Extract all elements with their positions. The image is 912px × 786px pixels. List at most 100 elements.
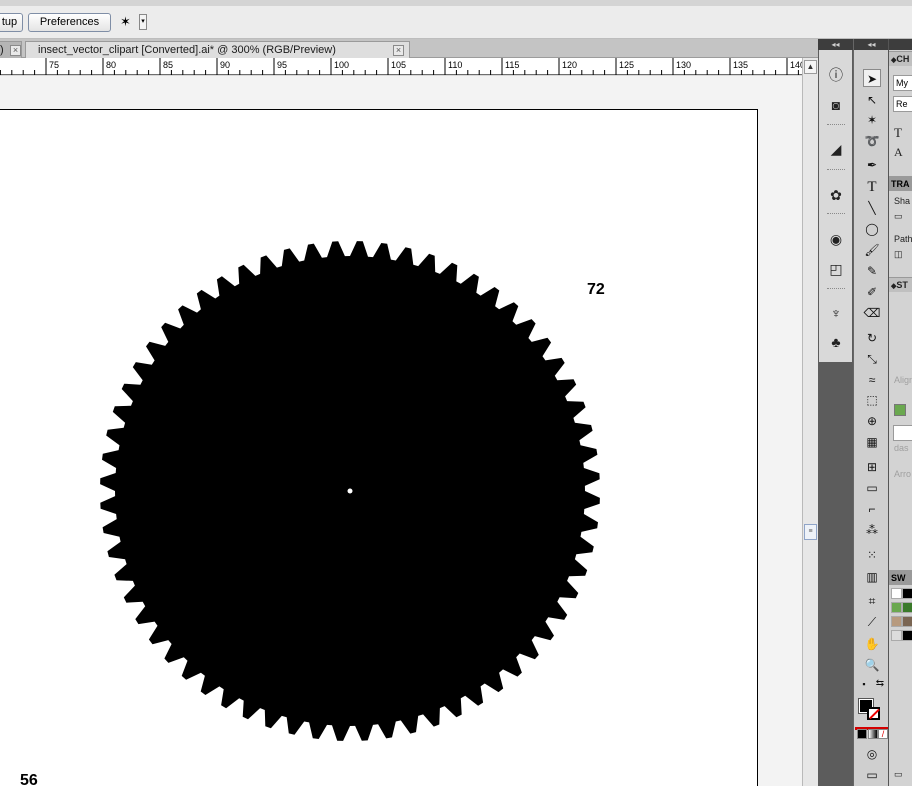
- chevron-down-icon[interactable]: ▾: [139, 14, 147, 30]
- collapse-dock-icon[interactable]: ◂◂: [818, 39, 853, 50]
- info-icon[interactable]: ⓘ: [826, 66, 846, 84]
- scroll-up-icon[interactable]: ▲: [804, 60, 817, 74]
- vertical-scrollbar[interactable]: ▲ ≡: [802, 58, 818, 786]
- line-tool-icon[interactable]: ╲: [863, 199, 881, 217]
- swatches-panel-header[interactable]: SW: [889, 570, 912, 585]
- paintbrush-tool-icon[interactable]: 🖌: [863, 241, 881, 259]
- type-tool-icon[interactable]: T: [863, 178, 881, 196]
- free-transform-tool-icon[interactable]: ⬚: [863, 391, 881, 409]
- font-style-field[interactable]: Re: [893, 96, 912, 112]
- swatch-black-2[interactable]: [902, 630, 912, 641]
- dock-divider: [827, 288, 845, 290]
- dock-icons: ⓘ ◙ ◢ ✿ ◉ ◰ ♆ ♣: [819, 50, 852, 362]
- none-mode-button[interactable]: /: [878, 729, 888, 739]
- tools-panel: ◂◂ ➤ ↖ ✶ ➰ ✒ T ╲ ◯ 🖌 ✎ ✐ ⌫ ↻ ⤡ ≈ ⬚ ⊕ ▦ ⊞…: [853, 39, 889, 786]
- symbols-icon[interactable]: ◉: [826, 230, 846, 248]
- scrollbar-thumb[interactable]: ≡: [804, 524, 817, 540]
- horizontal-ruler[interactable]: 75 80 85 90 95 100 105 110 115 120 125 130 135 140: [0, 58, 802, 75]
- warp-tool-icon[interactable]: ≈: [863, 371, 881, 389]
- dashed-line-checkbox[interactable]: [894, 404, 906, 416]
- gradient-panel-icon[interactable]: ◢: [826, 140, 846, 158]
- align-icon[interactable]: ◰: [826, 260, 846, 278]
- screen-mode-icon[interactable]: ▭: [863, 766, 881, 784]
- character-panel-header[interactable]: ◆CH: [889, 51, 912, 66]
- swatch-options-icon[interactable]: ▭: [894, 769, 912, 780]
- ruler-label: 80: [106, 60, 116, 70]
- swatch-green[interactable]: [891, 602, 902, 613]
- ruler-label: 90: [220, 60, 230, 70]
- ruler-label: 135: [733, 60, 748, 70]
- tab-previous-document[interactable]: ) ×: [0, 41, 22, 58]
- dock-divider: [827, 169, 845, 171]
- swatch-tan[interactable]: [891, 616, 902, 627]
- collapse-tools-icon[interactable]: ◂◂: [854, 39, 889, 50]
- gradient-tool-icon[interactable]: ▭: [863, 479, 881, 497]
- artboard[interactable]: [0, 109, 758, 786]
- artboard-label-top: 72: [587, 281, 605, 298]
- swatch-black[interactable]: [902, 588, 912, 599]
- ruler-label: 115: [505, 60, 519, 70]
- club-symbol-icon[interactable]: ♣: [826, 333, 846, 351]
- preferences-button[interactable]: Preferences: [28, 13, 111, 32]
- pathfinder-icon[interactable]: ◫: [894, 249, 912, 260]
- artboard-label-bottom: 56: [20, 772, 38, 786]
- scale-tool-icon[interactable]: ⤡: [863, 350, 881, 368]
- eraser-tool-icon[interactable]: ⌫: [863, 304, 881, 322]
- shape-builder-tool-icon[interactable]: ⊕: [863, 412, 881, 430]
- stroke-panel-header[interactable]: ◆ST: [889, 277, 912, 292]
- artboard-tool-icon[interactable]: ⌗: [863, 592, 881, 610]
- tab-label: ): [0, 44, 4, 56]
- transparency-panel-header[interactable]: TRA: [889, 176, 912, 191]
- direct-selection-tool-icon[interactable]: ↖: [863, 91, 881, 109]
- ruler-label: 95: [277, 60, 287, 70]
- eyedropper-tool-icon[interactable]: ⌐: [863, 500, 881, 518]
- shape-mode-icon[interactable]: ▭: [894, 211, 912, 222]
- column-graph-tool-icon[interactable]: ▥: [863, 568, 881, 586]
- tab-active-document[interactable]: insect_vector_clipart [Converted].ai* @ …: [25, 41, 410, 58]
- color-guide-icon[interactable]: ✿: [826, 186, 846, 204]
- swatch-white[interactable]: [891, 588, 902, 599]
- brushes-icon[interactable]: ♆: [826, 304, 846, 322]
- font-family-field[interactable]: My: [893, 75, 912, 91]
- swatch-dark-green[interactable]: [902, 602, 912, 613]
- symbol-sprayer-tool-icon[interactable]: ⁙: [863, 546, 881, 564]
- ellipse-tool-icon[interactable]: ◯: [863, 220, 881, 238]
- lasso-tool-icon[interactable]: ➰: [863, 132, 881, 150]
- mesh-tool-icon[interactable]: ⊞: [863, 458, 881, 476]
- close-icon[interactable]: ×: [393, 45, 404, 56]
- document-setup-button[interactable]: tup: [0, 13, 23, 32]
- pencil-tool-icon[interactable]: ✎: [863, 262, 881, 280]
- rotate-tool-icon[interactable]: ↻: [863, 329, 881, 347]
- stroke-swatch[interactable]: [867, 707, 880, 720]
- path-label: Path: [894, 234, 912, 244]
- panels-header: [889, 39, 912, 50]
- gear-shape[interactable]: [0, 110, 758, 786]
- panels-column: ◆CH My Re T A TRA Sha ▭ Path ◫ ◆ST Align…: [888, 39, 912, 786]
- dock-divider: [827, 213, 845, 215]
- selection-tool-icon[interactable]: ➤: [863, 69, 881, 87]
- hand-tool-icon[interactable]: ✋: [863, 635, 881, 653]
- illustrator-window: tup Preferences ✶ ▾ ) × insect_vector_cl…: [0, 0, 912, 786]
- swatch-brown[interactable]: [902, 616, 912, 627]
- draw-mode-icon[interactable]: ◎: [863, 745, 881, 763]
- dash-field[interactable]: [893, 425, 912, 441]
- blend-tool-icon[interactable]: ⁂: [863, 521, 881, 539]
- slice-tool-icon[interactable]: ⟋: [863, 613, 881, 631]
- swap-colors-icon[interactable]: ⇆: [874, 678, 886, 690]
- blob-brush-tool-icon[interactable]: ✐: [863, 283, 881, 301]
- kerning-icon: A: [894, 145, 903, 159]
- close-icon[interactable]: ×: [10, 45, 21, 56]
- appearance-icon[interactable]: ◙: [826, 96, 846, 114]
- swatch-library-icon[interactable]: [891, 630, 902, 641]
- magic-wand-tool-icon[interactable]: ✶: [863, 111, 881, 129]
- gradient-mode-button[interactable]: [868, 729, 878, 739]
- zoom-tool-icon[interactable]: 🔍: [863, 656, 881, 674]
- canvas-area[interactable]: 72 56: [0, 76, 802, 786]
- pen-tool-icon[interactable]: ✒: [863, 156, 881, 174]
- default-colors-icon[interactable]: ▪: [858, 678, 870, 690]
- font-size-icon: T: [894, 125, 902, 140]
- character-panel-title: CH: [896, 54, 910, 64]
- perspective-grid-tool-icon[interactable]: ▦: [863, 433, 881, 451]
- magic-wand-menu-button[interactable]: ✶ ▾: [120, 13, 148, 32]
- color-mode-button[interactable]: [857, 729, 867, 739]
